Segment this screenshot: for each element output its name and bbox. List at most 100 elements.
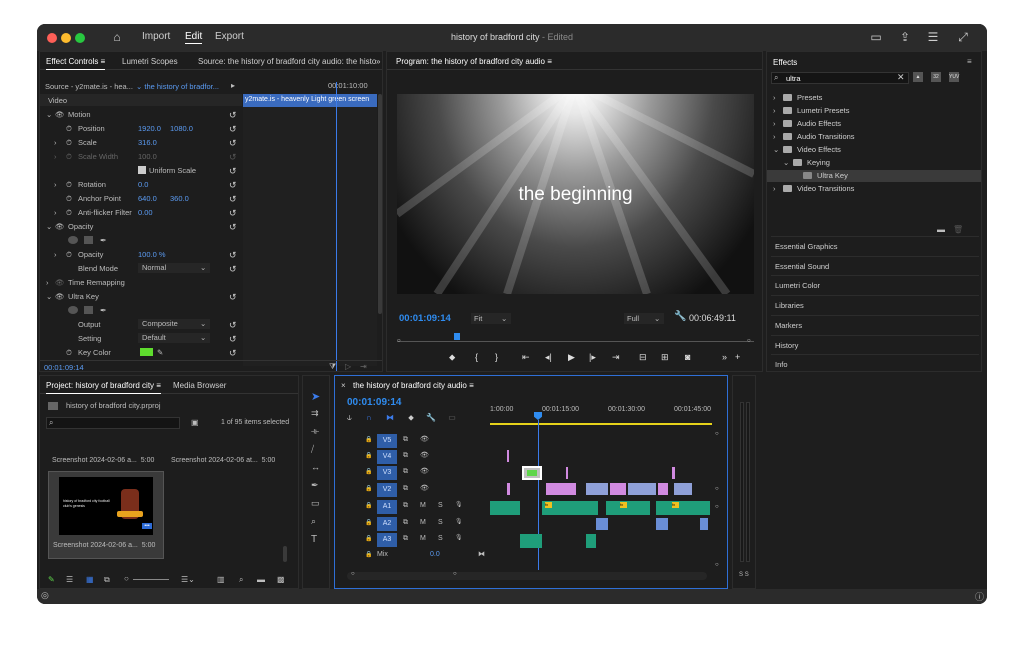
blend-row[interactable]: Blend Mode Normal ⌄ ↺ bbox=[40, 262, 240, 275]
audio-clip[interactable]: fx bbox=[542, 501, 598, 515]
effects-tree-item[interactable]: ⌄ Keying bbox=[767, 157, 981, 169]
timeline-close-icon[interactable]: × bbox=[341, 381, 346, 390]
add-marker-icon[interactable]: ⬥ bbox=[449, 352, 455, 363]
automate-icon[interactable]: ▥ bbox=[217, 575, 225, 584]
eye-icon[interactable]: 👁 bbox=[420, 484, 429, 492]
eyedropper-icon[interactable]: ✎ bbox=[157, 348, 163, 357]
eye-icon[interactable]: 👁 bbox=[420, 467, 429, 475]
nest-icon[interactable]: ⫝ bbox=[347, 413, 352, 422]
track-target[interactable]: A1 bbox=[377, 500, 397, 514]
play-clip-icon[interactable]: ▸ bbox=[231, 81, 235, 90]
32bit-filter-icon[interactable]: 32 bbox=[931, 72, 941, 82]
sync-lock-icon[interactable]: ⧉ bbox=[403, 452, 408, 460]
output-row[interactable]: Output Composite ⌄ ↺ bbox=[40, 318, 240, 331]
reset-icon[interactable]: ↺ bbox=[229, 110, 237, 121]
chevron-right-icon[interactable]: › bbox=[773, 106, 776, 115]
play-audio-icon[interactable]: ▷ bbox=[345, 362, 351, 371]
extract-icon[interactable]: ⊞ bbox=[661, 352, 669, 363]
sync-lock-icon[interactable]: ⧉ bbox=[403, 468, 408, 476]
reset-icon[interactable]: ↺ bbox=[229, 292, 237, 303]
pen-tool-icon[interactable]: ✒ bbox=[311, 480, 319, 491]
export-icon[interactable]: ⇥ bbox=[360, 362, 367, 371]
lock-icon[interactable]: 🔒 bbox=[365, 551, 372, 558]
rotation-row[interactable]: › ⏱ Rotation 0.0 ↺ bbox=[40, 178, 240, 191]
effects-tree-item[interactable]: › Audio Transitions bbox=[767, 131, 981, 143]
mute-button[interactable]: M bbox=[420, 535, 426, 542]
meter-solo-buttons[interactable]: S S bbox=[739, 572, 749, 578]
clear-search-icon[interactable]: ✕ bbox=[897, 72, 905, 83]
reset-icon[interactable]: ↺ bbox=[229, 250, 237, 261]
play-icon[interactable]: ▶ bbox=[568, 352, 575, 363]
new-bin-icon[interactable]: ▬ bbox=[257, 575, 265, 584]
sync-lock-icon[interactable]: ⧉ bbox=[403, 436, 408, 444]
reset-icon[interactable]: ↺ bbox=[229, 348, 237, 359]
time-remap-row[interactable]: › 👁 Time Remapping bbox=[40, 276, 240, 289]
mute-button[interactable]: M bbox=[420, 502, 426, 509]
status-icon[interactable]: ◎ bbox=[41, 590, 49, 601]
step-forward-icon[interactable]: |▸ bbox=[589, 352, 596, 363]
mix-arrow-icon[interactable]: ⧓ bbox=[478, 550, 485, 558]
track-target[interactable]: V3 bbox=[377, 466, 397, 480]
tab-media-browser[interactable]: Media Browser bbox=[173, 381, 226, 390]
reset-icon[interactable]: ↺ bbox=[229, 208, 237, 219]
microphone-icon[interactable]: 🎙 bbox=[455, 518, 463, 525]
video-clip[interactable] bbox=[586, 483, 608, 495]
zoom-select[interactable]: Fit ⌄ bbox=[471, 313, 511, 324]
video-clip[interactable] bbox=[566, 467, 568, 479]
timeline-tab[interactable]: the history of bradford city audio ≡ bbox=[353, 381, 474, 390]
sync-lock-icon[interactable]: ⧉ bbox=[403, 485, 408, 493]
effects-tree-item[interactable]: ⌄ Video Effects bbox=[767, 144, 981, 156]
track-scroll-handle[interactable]: ○ bbox=[715, 431, 719, 437]
setting-row[interactable]: Setting Default ⌄ ↺ bbox=[40, 332, 240, 345]
effects-menu-icon[interactable]: ≡ bbox=[967, 57, 972, 66]
visibility-icon[interactable]: 👁 bbox=[55, 292, 65, 301]
program-timecode[interactable]: 00:01:09:14 bbox=[399, 313, 451, 324]
sequence-clip-select[interactable]: ⌄ the history of bradfor... bbox=[136, 82, 219, 91]
program-video-frame[interactable]: the beginning bbox=[397, 94, 754, 294]
fullscreen-icon[interactable]: ⤢ bbox=[955, 30, 971, 45]
project-item-1-label[interactable]: Screenshot 2024-02-06 a... 5:00 bbox=[52, 457, 154, 464]
add-marker-icon[interactable]: ⬥ bbox=[408, 413, 414, 422]
icon-view-icon[interactable]: ▦ bbox=[86, 575, 94, 584]
mark-in-icon[interactable]: { bbox=[475, 352, 478, 362]
key-color-swatch[interactable] bbox=[140, 348, 153, 356]
selected-video-clip[interactable] bbox=[522, 466, 542, 480]
motion-row[interactable]: ⌄ 👁 Motion ↺ bbox=[40, 108, 240, 121]
go-to-in-icon[interactable]: ⇤ bbox=[522, 352, 530, 363]
program-playhead[interactable] bbox=[454, 333, 460, 340]
tab-lumetri-scopes[interactable]: Lumetri Scopes bbox=[122, 57, 178, 66]
share-icon[interactable]: ⇪ bbox=[897, 30, 913, 44]
ec-scrollbar[interactable] bbox=[378, 94, 382, 314]
solo-button[interactable]: S bbox=[438, 502, 443, 509]
camera-icon[interactable]: ◙ bbox=[685, 352, 690, 362]
mute-button[interactable]: M bbox=[420, 519, 426, 526]
audio-clip[interactable]: fx bbox=[656, 501, 710, 515]
reset-icon[interactable]: ↺ bbox=[229, 138, 237, 149]
ec-clip-bar[interactable]: y2mate.is - heavenly Light green screen bbox=[243, 94, 377, 107]
effects-tree-item[interactable]: › Audio Effects bbox=[767, 118, 981, 130]
side-panel-libraries[interactable]: Libraries bbox=[775, 301, 804, 310]
video-clip[interactable] bbox=[628, 483, 656, 495]
eye-icon[interactable]: 👁 bbox=[420, 451, 429, 459]
microphone-icon[interactable]: 🎙 bbox=[455, 534, 463, 541]
list-view-icon[interactable]: ☰ bbox=[66, 575, 73, 584]
reset-icon[interactable]: ↺ bbox=[229, 180, 237, 191]
ripple-edit-tool-icon[interactable]: ⟛ bbox=[311, 426, 319, 437]
lock-icon[interactable]: 🔒 bbox=[365, 519, 372, 526]
reset-icon[interactable]: ↺ bbox=[229, 194, 237, 205]
solo-button[interactable]: S bbox=[438, 519, 443, 526]
lock-icon[interactable]: 🔒 bbox=[365, 535, 372, 542]
anchor-row[interactable]: ⏱ Anchor Point 640.0 360.0 ↺ bbox=[40, 192, 240, 205]
step-back-icon[interactable]: ◂| bbox=[545, 352, 552, 363]
chevron-right-icon[interactable]: › bbox=[773, 132, 776, 141]
chevron-right-icon[interactable]: › bbox=[773, 184, 776, 193]
tab-effect-controls[interactable]: Effect Controls ≡ bbox=[46, 57, 106, 70]
setting-select[interactable]: Default ⌄ bbox=[138, 333, 210, 343]
zoom-handle-right[interactable]: ○ bbox=[453, 571, 457, 577]
anchor-y-value[interactable]: 360.0 bbox=[170, 194, 189, 203]
ellipse-mask-icon[interactable] bbox=[68, 236, 78, 244]
more-tabs-icon[interactable]: » bbox=[376, 57, 380, 66]
mix-volume-value[interactable]: 0.0 bbox=[430, 551, 440, 558]
video-clip[interactable] bbox=[507, 450, 509, 462]
flicker-row[interactable]: › ⏱ Anti-flicker Filter 0.00 ↺ bbox=[40, 206, 240, 219]
